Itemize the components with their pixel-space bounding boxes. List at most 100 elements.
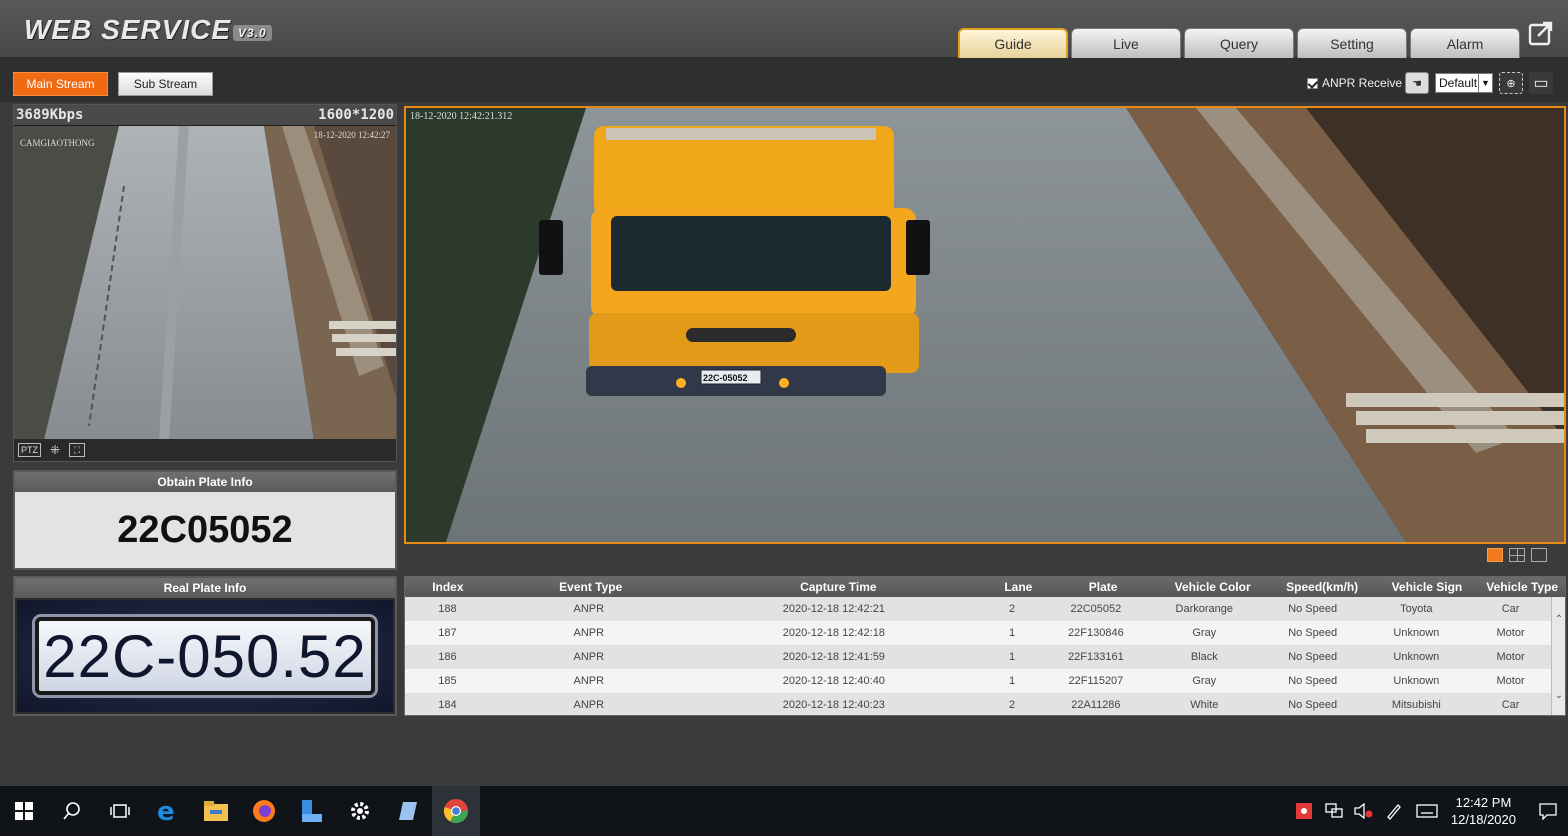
fullscreen-view-icon[interactable] bbox=[1531, 548, 1547, 562]
col-event-type[interactable]: Event Type bbox=[491, 577, 691, 597]
pen-icon[interactable] bbox=[1379, 786, 1409, 836]
tab-query[interactable]: Query bbox=[1184, 28, 1294, 58]
real-plate-info: Real Plate Info 22C-050.52 bbox=[13, 576, 397, 716]
single-view-icon[interactable] bbox=[1487, 548, 1503, 562]
table-scrollbar[interactable]: ⌃ ⌄ bbox=[1551, 597, 1565, 715]
anpr-label: ANPR Receive bbox=[1322, 76, 1403, 90]
task-view-icon[interactable] bbox=[96, 786, 144, 836]
fullscreen-icon[interactable]: ⛶ bbox=[69, 443, 85, 457]
truck-plate-text: 22C-05052 bbox=[703, 373, 748, 383]
cell-plate: 22C05052 bbox=[1070, 603, 1122, 615]
taskbar-clock[interactable]: 12:42 PM 12/18/2020 bbox=[1451, 794, 1516, 828]
cell-vehicle-type: Motor bbox=[1496, 675, 1525, 687]
table-row[interactable]: 186 ANPR 2020-12-18 12:41:59 1 22F133161… bbox=[405, 645, 1553, 669]
table-row[interactable]: 184 ANPR 2020-12-18 12:40:23 2 22A11286 … bbox=[405, 693, 1553, 715]
network-icon[interactable] bbox=[1319, 786, 1349, 836]
cell-speed: No Speed bbox=[1288, 651, 1338, 663]
col-vehicle-sign[interactable]: Vehicle Sign bbox=[1375, 577, 1480, 597]
tab-alarm[interactable]: Alarm bbox=[1410, 28, 1520, 58]
bitrate-label: 3689Kbps bbox=[16, 107, 84, 123]
preview-timestamp: 18-12-2020 12:42:27 bbox=[313, 130, 390, 140]
cell-capture-time: 2020-12-18 12:42:18 bbox=[782, 627, 885, 639]
zoom-region-icon[interactable]: ⊕ bbox=[1499, 72, 1523, 94]
scroll-down-icon[interactable]: ⌄ bbox=[1552, 687, 1566, 703]
logout-icon[interactable] bbox=[1528, 20, 1554, 46]
hand-pointer-icon[interactable]: ☚ bbox=[1405, 72, 1429, 94]
cell-lane: 2 bbox=[1008, 699, 1016, 711]
col-index[interactable]: Index bbox=[405, 577, 491, 597]
preview-video[interactable]: CAMGIAOTHONG 18-12-2020 12:42:27 bbox=[14, 126, 396, 440]
preset-select-value: Default bbox=[1439, 76, 1478, 90]
cell-index: 188 bbox=[438, 603, 457, 615]
cell-plate: 22A11286 bbox=[1071, 699, 1121, 711]
table-body: 188 ANPR 2020-12-18 12:42:21 2 22C05052 … bbox=[405, 597, 1553, 715]
col-capture-time[interactable]: Capture Time bbox=[691, 577, 986, 597]
tab-guide[interactable]: Guide bbox=[958, 28, 1068, 58]
col-vehicle-type[interactable]: Vehicle Type bbox=[1479, 577, 1565, 597]
cell-vehicle-color: White bbox=[1190, 699, 1219, 711]
road-preview-image bbox=[14, 126, 396, 440]
cell-vehicle-sign: Toyota bbox=[1400, 603, 1433, 615]
keyboard-icon[interactable] bbox=[1409, 786, 1445, 836]
notes-app-icon[interactable] bbox=[384, 786, 432, 836]
video-camera-icon[interactable]: ▭ bbox=[1529, 72, 1553, 94]
grid-view-icon[interactable] bbox=[1509, 548, 1525, 562]
file-explorer-icon[interactable] bbox=[192, 786, 240, 836]
cell-plate: 22F133161 bbox=[1068, 651, 1124, 663]
tab-setting[interactable]: Setting bbox=[1297, 28, 1407, 58]
logo: WEB SERVICE V3.0 bbox=[24, 14, 272, 46]
notification-center-icon[interactable] bbox=[1528, 786, 1568, 836]
cell-speed: No Speed bbox=[1288, 675, 1338, 687]
obtain-plate-value: 22C05052 bbox=[117, 508, 293, 551]
ptz-button[interactable]: PTZ bbox=[18, 443, 41, 457]
cell-capture-time: 2020-12-18 12:42:21 bbox=[782, 603, 885, 615]
cell-vehicle-sign: Unknown bbox=[1393, 675, 1440, 687]
taskbar: e 12:42 PM 12/18/2020 bbox=[0, 786, 1568, 836]
cell-lane: 2 bbox=[1008, 603, 1016, 615]
firefox-icon[interactable] bbox=[240, 786, 288, 836]
preview-panel: 3689Kbps 1600*1200 CAMGIAOTHONG 18-12-20… bbox=[13, 104, 397, 462]
truck-capture-image bbox=[406, 108, 1564, 542]
sub-stream-button[interactable]: Sub Stream bbox=[118, 72, 213, 96]
cell-capture-time: 2020-12-18 12:40:40 bbox=[782, 675, 885, 687]
obtain-plate-title: Obtain Plate Info bbox=[15, 472, 395, 492]
table-row[interactable]: 187 ANPR 2020-12-18 12:42:18 1 22F130846… bbox=[405, 621, 1553, 645]
search-icon[interactable] bbox=[48, 786, 96, 836]
table-row[interactable]: 188 ANPR 2020-12-18 12:42:21 2 22C05052 … bbox=[405, 597, 1553, 621]
settings-gear-icon[interactable] bbox=[336, 786, 384, 836]
cell-vehicle-color: Gray bbox=[1192, 627, 1217, 639]
cell-vehicle-type: Car bbox=[1501, 603, 1520, 615]
cell-event-type: ANPR bbox=[573, 699, 605, 711]
cell-event-type: ANPR bbox=[573, 651, 605, 663]
cell-plate: 22F130846 bbox=[1068, 627, 1124, 639]
volume-muted-icon[interactable] bbox=[1349, 786, 1379, 836]
col-plate[interactable]: Plate bbox=[1051, 577, 1156, 597]
record-app-icon[interactable] bbox=[1289, 786, 1319, 836]
cell-speed: No Speed bbox=[1288, 699, 1338, 711]
cell-event-type: ANPR bbox=[573, 603, 605, 615]
cell-plate: 22F115207 bbox=[1068, 675, 1124, 687]
chrome-icon[interactable] bbox=[432, 786, 480, 836]
camera-label: CAMGIAOTHONG bbox=[20, 138, 95, 148]
cell-vehicle-type: Motor bbox=[1496, 627, 1525, 639]
main-stream-button[interactable]: Main Stream bbox=[13, 72, 108, 96]
scroll-up-icon[interactable]: ⌃ bbox=[1552, 611, 1566, 627]
col-speed[interactable]: Speed(km/h) bbox=[1270, 577, 1375, 597]
cell-event-type: ANPR bbox=[573, 675, 605, 687]
preset-select[interactable]: Default ▼ bbox=[1435, 73, 1493, 93]
anpr-receive-toggle[interactable]: ANPR Receive bbox=[1307, 76, 1402, 90]
col-lane[interactable]: Lane bbox=[986, 577, 1051, 597]
table-row[interactable]: 185 ANPR 2020-12-18 12:40:40 1 22F115207… bbox=[405, 669, 1553, 693]
main-video[interactable]: 18-12-2020 12:42:21.312 22C-05052 bbox=[404, 106, 1566, 544]
app-window: WEB SERVICE V3.0 Guide Live Query Setting… bbox=[0, 0, 1568, 836]
focus-icon[interactable]: ⁜ bbox=[47, 443, 63, 457]
app-installer-icon[interactable] bbox=[288, 786, 336, 836]
anpr-checkbox[interactable] bbox=[1307, 77, 1318, 89]
col-vehicle-color[interactable]: Vehicle Color bbox=[1155, 577, 1269, 597]
cell-vehicle-color: Gray bbox=[1192, 675, 1217, 687]
event-table: Index Event Type Capture Time Lane Plate… bbox=[404, 576, 1566, 716]
edge-browser-icon[interactable]: e bbox=[144, 786, 192, 836]
cell-vehicle-color: Black bbox=[1190, 651, 1218, 663]
windows-start-icon[interactable] bbox=[0, 786, 48, 836]
tab-live[interactable]: Live bbox=[1071, 28, 1181, 58]
